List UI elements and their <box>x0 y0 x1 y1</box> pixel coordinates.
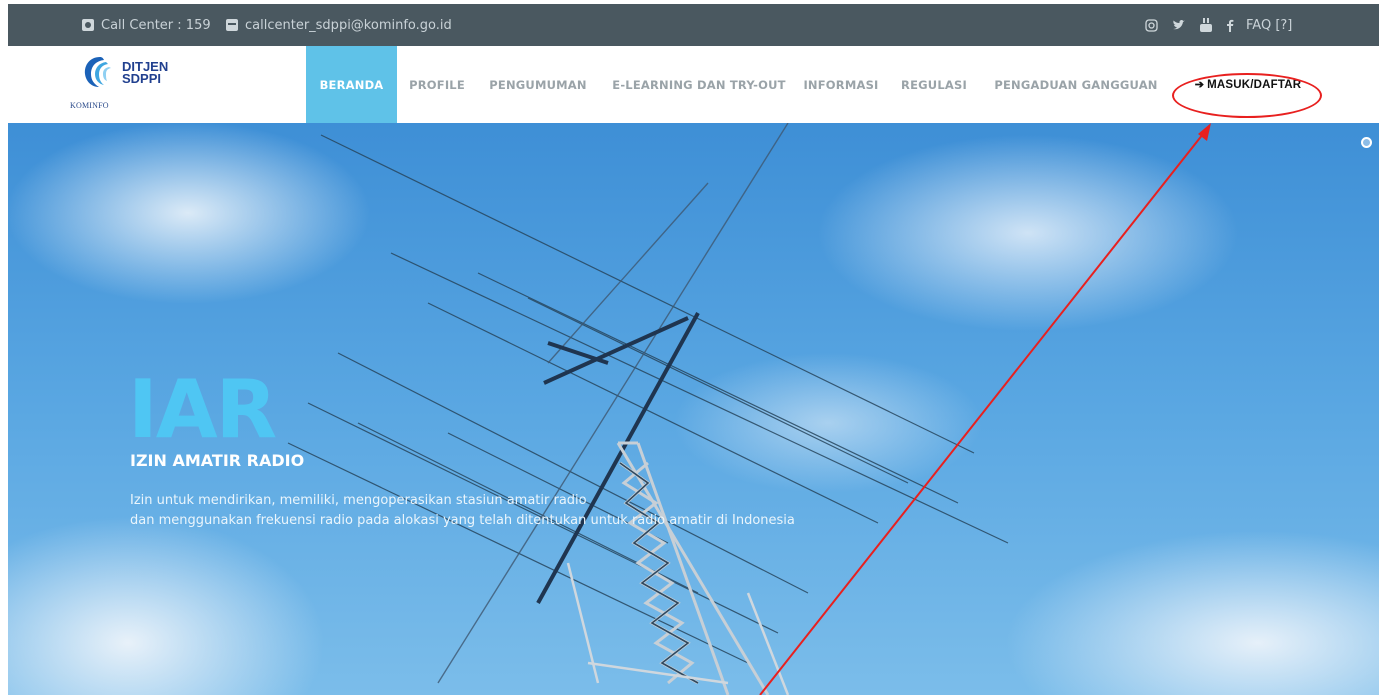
social-links: FAQ [?] <box>1145 4 1292 46</box>
hero-heading: IAR <box>128 363 277 456</box>
nav-informasi[interactable]: INFORMASI <box>798 46 884 123</box>
logo-org-text: KOMINFO <box>70 101 109 110</box>
nav-pengumuman[interactable]: PENGUMUMAN <box>482 46 594 123</box>
kominfo-logo-icon <box>84 57 111 87</box>
ditjen-sdppi-logo[interactable]: DITJEN SDPPI KOMINFO <box>70 55 190 113</box>
nav-elearning[interactable]: E-LEARNING DAN TRY-OUT <box>602 46 796 123</box>
email-text[interactable]: callcenter_sdppi@kominfo.go.id <box>245 18 452 33</box>
sign-in-icon: ➔ <box>1194 79 1205 91</box>
envelope-icon <box>226 19 238 31</box>
browser-page: Call Center : 159 callcenter_sdppi@komin… <box>8 4 1379 695</box>
nav-regulasi[interactable]: REGULASI <box>894 46 974 123</box>
faq-link[interactable]: FAQ [?] <box>1246 18 1292 33</box>
login-label[interactable]: MASUK/DAFTAR <box>1207 79 1301 91</box>
call-center-text: Call Center : 159 <box>101 17 211 33</box>
hero-title: IZIN AMATIR RADIO <box>130 451 305 470</box>
call-center-info: Call Center : 159 <box>82 4 211 46</box>
facebook-icon[interactable] <box>1226 19 1234 32</box>
hero-description: Izin untuk mendirikan, memiliki, mengope… <box>130 491 795 531</box>
youtube-icon[interactable] <box>1200 18 1212 32</box>
twitter-icon[interactable] <box>1172 19 1186 31</box>
logo-line-2: SDPPI <box>122 71 162 86</box>
email-info[interactable]: callcenter_sdppi@kominfo.go.id <box>226 4 452 46</box>
main-navbar: DITJEN SDPPI KOMINFO BERANDA PROFILE PEN… <box>8 46 1379 124</box>
hero-desc-line-2: dan menggunakan frekuensi radio pada alo… <box>130 513 795 528</box>
nav-beranda[interactable]: BERANDA <box>306 46 397 123</box>
logo-text: DITJEN SDPPI <box>122 60 168 86</box>
slider-indicator[interactable] <box>1361 137 1372 148</box>
nav-pengaduan-gangguan[interactable]: PENGADUAN GANGGUAN <box>986 46 1166 123</box>
instagram-icon[interactable] <box>1145 18 1158 32</box>
hero-desc-line-1: Izin untuk mendirikan, memiliki, mengope… <box>130 493 587 508</box>
hero-banner: IAR IZIN AMATIR RADIO Izin untuk mendiri… <box>8 123 1379 695</box>
phone-icon <box>82 19 94 31</box>
login-register-link[interactable]: ➔ MASUK/DAFTAR <box>1178 46 1318 123</box>
nav-profile[interactable]: PROFILE <box>400 46 474 123</box>
top-info-bar: Call Center : 159 callcenter_sdppi@komin… <box>8 4 1379 46</box>
